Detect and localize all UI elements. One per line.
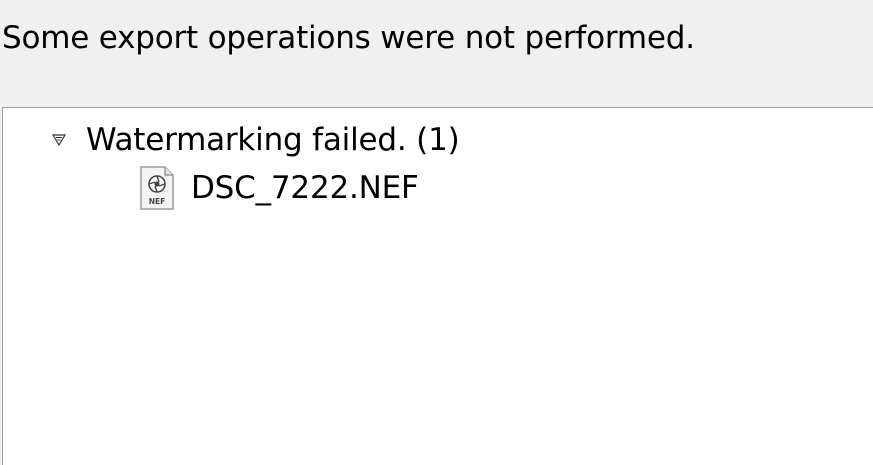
tree-item-file[interactable]: NEF DSC_7222.NEF xyxy=(137,165,419,211)
nef-file-icon: NEF xyxy=(137,165,177,211)
tree-group-watermarking-failed[interactable]: Watermarking failed. (1) xyxy=(48,120,460,160)
tree-item-filename: DSC_7222.NEF xyxy=(191,170,419,206)
triangle-down-icon[interactable] xyxy=(48,129,70,151)
error-message: Some export operations were not performe… xyxy=(2,20,695,56)
tree-group-label: Watermarking failed. (1) xyxy=(86,122,460,158)
file-badge-text: NEF xyxy=(149,197,166,206)
export-error-dialog: Some export operations were not performe… xyxy=(0,0,873,465)
failed-operations-tree[interactable]: Watermarking failed. (1) NEF DSC_7222.NE… xyxy=(2,107,873,465)
